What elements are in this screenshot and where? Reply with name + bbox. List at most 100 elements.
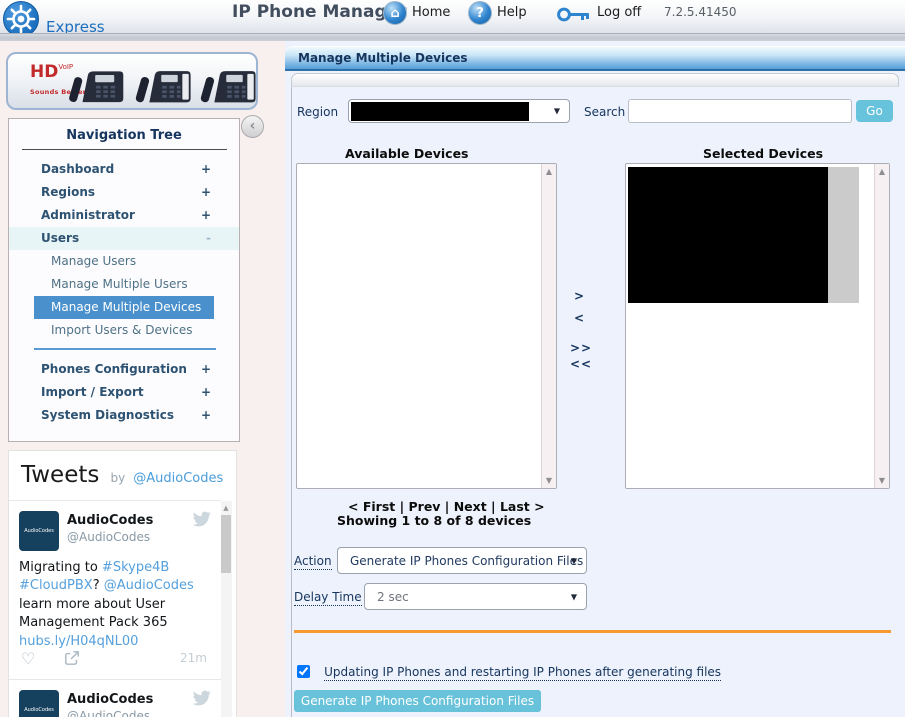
audiocodes-avatar[interactable]: AudioCodes	[19, 511, 59, 551]
scroll-down-icon[interactable]: ▼	[542, 476, 556, 485]
top-header: Express IP Phone Manager ⌂ Home ? Help L…	[0, 0, 905, 37]
action-select[interactable]: Generate IP Phones Configuration Files ▼	[337, 547, 587, 574]
ip-phone-manager-app: Express IP Phone Manager ⌂ Home ? Help L…	[0, 0, 905, 717]
express-logo	[3, 1, 39, 37]
help-link[interactable]: Help	[497, 5, 527, 20]
move-selected-left-button[interactable]: <	[574, 311, 585, 325]
sidebar-item-users[interactable]: Users -	[9, 227, 239, 250]
available-devices-list[interactable]: ▲ ▼	[296, 163, 557, 489]
phone-image-2	[135, 71, 191, 103]
tweets-scrollbar-thumb[interactable]	[221, 515, 231, 573]
tweets-title: Tweets	[21, 462, 100, 488]
search-input[interactable]	[628, 99, 852, 123]
version-label: 7.2.5.41450	[664, 5, 737, 19]
tweet-text: ?	[92, 578, 104, 594]
logoff-link[interactable]: Log off	[597, 5, 641, 20]
collapse-minus-icon[interactable]: -	[206, 227, 211, 250]
phone-image-1	[69, 71, 124, 103]
sidebar-item-label: Users	[41, 231, 80, 245]
home-icon[interactable]: ⌂	[383, 1, 407, 25]
move-selected-right-button[interactable]: >	[574, 289, 585, 303]
hashtag-link[interactable]: #CloudPBX	[19, 578, 93, 593]
scroll-up-icon[interactable]: ▲	[542, 167, 556, 176]
sidebar-item-system-diagnostics[interactable]: System Diagnostics +	[9, 404, 239, 427]
delay-time-select[interactable]: 2 sec ▼	[364, 583, 587, 610]
tweets-by-label: by	[110, 471, 126, 485]
chevron-down-icon: ▼	[553, 106, 560, 116]
header-divider-strip	[0, 33, 905, 41]
key-icon[interactable]	[557, 7, 593, 22]
selected-devices-list[interactable]: ▲ ▼	[625, 163, 890, 489]
redacted-region-value	[351, 102, 529, 121]
sidebar-item-administrator[interactable]: Administrator +	[9, 204, 239, 227]
sidebar-collapse-button[interactable]: ‹	[241, 115, 264, 138]
chevron-down-icon: ▼	[570, 592, 577, 601]
avatar-logo-text: AudioCodes	[24, 528, 54, 534]
hashtag-link[interactable]: #Skype4B	[102, 560, 169, 575]
scroll-up-icon[interactable]: ▲	[220, 504, 232, 512]
sidebar-item-dashboard[interactable]: Dashboard +	[9, 158, 239, 181]
region-select[interactable]: ▼	[348, 99, 570, 123]
avatar-logo-text: AudioCodes	[24, 707, 54, 713]
scroll-up-icon[interactable]: ▲	[875, 167, 889, 176]
update-phones-checkbox-label[interactable]: Updating IP Phones and restarting IP Pho…	[324, 665, 722, 681]
tweet-body: Migrating to #Skype4B #CloudPBX? @AudioC…	[19, 559, 211, 651]
tweet-text: Migrating to	[19, 560, 102, 575]
gear-icon	[6, 4, 36, 34]
sidebar-item-manage-multiple-devices[interactable]: Manage Multiple Devices	[34, 296, 214, 319]
move-all-right-button[interactable]: >>	[570, 341, 592, 355]
chevron-left-icon: ‹	[249, 118, 256, 134]
tweet-footer: ♡ 21m	[19, 649, 211, 669]
sidebar-item-regions[interactable]: Regions +	[9, 181, 239, 204]
tweets-scrollbar[interactable]: ▲	[220, 501, 232, 717]
tweet-author-handle[interactable]: @AudioCodes	[67, 530, 150, 544]
expand-plus-icon[interactable]: +	[201, 358, 211, 381]
pagination-summary: Showing 1 to 8 of 8 devices	[337, 513, 532, 528]
action-label: Action	[294, 554, 332, 570]
tweet-text: learn more about User Management Pack 36…	[19, 596, 168, 631]
tweet-item-2: AudioCodes AudioCodes @AudioCodes	[9, 679, 221, 717]
tweet-author-name[interactable]: AudioCodes	[67, 513, 153, 528]
go-button[interactable]: Go	[856, 100, 893, 122]
expand-plus-icon[interactable]: +	[201, 181, 211, 204]
delay-time-selected-value: 2 sec	[377, 589, 409, 604]
redacted-selected-devices	[628, 167, 828, 303]
home-link[interactable]: Home	[412, 5, 450, 20]
tweets-header: Tweets by @AudioCodes	[9, 451, 236, 488]
mention-link[interactable]: @AudioCodes	[104, 578, 194, 593]
panel-titlebar: Manage Multiple Devices	[285, 46, 905, 71]
content-top-strip	[291, 73, 899, 87]
expand-plus-icon[interactable]: +	[201, 381, 211, 404]
expand-plus-icon[interactable]: +	[201, 158, 211, 181]
sidebar-item-phones-configuration[interactable]: Phones Configuration +	[9, 358, 239, 381]
twitter-bird-icon	[192, 690, 211, 706]
expand-plus-icon[interactable]: +	[201, 404, 211, 427]
selected-list-scrollbar[interactable]: ▲ ▼	[874, 164, 889, 488]
tweet-timestamp: 21m	[180, 651, 207, 665]
audiocodes-avatar[interactable]: AudioCodes	[19, 690, 59, 717]
url-link[interactable]: hubs.ly/H04qNL00	[19, 634, 138, 649]
phone-banner: HDVoIP Sounds Better	[6, 52, 258, 110]
move-all-left-button[interactable]: <<	[570, 357, 592, 371]
sidebar-item-label: Dashboard	[41, 162, 115, 176]
pagination-links[interactable]: < First | Prev | Next | Last >	[348, 499, 545, 514]
like-icon[interactable]: ♡	[21, 649, 35, 668]
sidebar-item-manage-users[interactable]: Manage Users	[9, 250, 239, 273]
main-content-area: Manage Multiple Devices Region ▼ Search …	[285, 41, 905, 717]
sidebar-item-label: Manage Multiple Users	[51, 277, 188, 291]
selected-rows-highlight	[828, 167, 859, 303]
update-phones-checkbox[interactable]	[297, 665, 310, 678]
tweet-author-name[interactable]: AudioCodes	[67, 692, 153, 707]
tweets-account-link[interactable]: @AudioCodes	[133, 471, 223, 486]
sidebar-item-manage-multiple-users[interactable]: Manage Multiple Users	[9, 273, 239, 296]
sidebar-item-import-users-devices[interactable]: Import Users & Devices	[9, 319, 239, 342]
region-label: Region	[297, 105, 339, 119]
help-icon[interactable]: ?	[468, 1, 492, 25]
sidebar-item-import-export[interactable]: Import / Export +	[9, 381, 239, 404]
generate-config-files-button[interactable]: Generate IP Phones Configuration Files	[294, 690, 541, 712]
share-icon[interactable]	[64, 650, 80, 666]
tweet-author-handle[interactable]: @AudioCodes	[67, 709, 150, 717]
scroll-down-icon[interactable]: ▼	[875, 476, 889, 485]
available-list-scrollbar[interactable]: ▲ ▼	[541, 164, 556, 488]
expand-plus-icon[interactable]: +	[201, 204, 211, 227]
